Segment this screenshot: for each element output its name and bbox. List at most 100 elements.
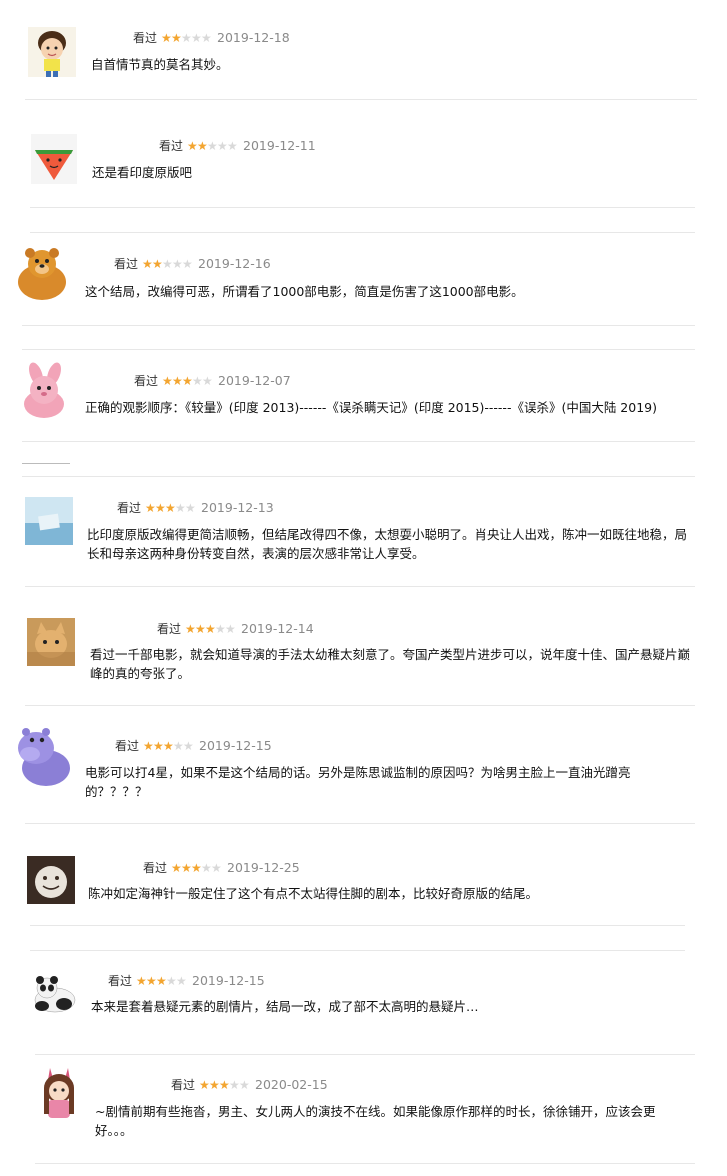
star-icon: ★ xyxy=(207,139,218,153)
review-text: 看过一千部电影，就会知道导演的手法太幼稚太刻意了。夸国产类型片进步可以，说年度十… xyxy=(90,647,691,681)
review-meta: 看过 ★★★★★ 2019-12-15 xyxy=(108,973,265,989)
star-icon: ★ xyxy=(181,861,192,875)
star-icon: ★ xyxy=(161,31,172,45)
watched-status: 看过 xyxy=(133,31,158,45)
star-icon: ★ xyxy=(146,974,157,988)
review-text: ~剧情前期有些拖沓，男主、女儿两人的演技不在线。如果能像原作那样的时长，徐徐铺开… xyxy=(95,1104,656,1138)
cat-avatar[interactable] xyxy=(27,618,75,666)
review-meta: 看过 ★★★★★ 2019-12-11 xyxy=(159,138,316,154)
divider xyxy=(22,463,70,464)
rating-stars: ★★★★★ xyxy=(171,860,222,876)
girl-avatar[interactable] xyxy=(34,1064,84,1122)
star-icon: ★ xyxy=(181,31,192,45)
review-text: 电影可以打4星，如果不是这个结局的话。另外是陈思诚监制的原因吗？为啥男主脸上一直… xyxy=(85,765,631,799)
review-meta: 看过 ★★★★★ 2019-12-15 xyxy=(115,738,272,754)
star-icon: ★ xyxy=(185,501,196,515)
divider xyxy=(25,823,695,824)
star-icon: ★ xyxy=(183,739,194,753)
rating-stars: ★★★★★ xyxy=(145,500,196,516)
star-icon: ★ xyxy=(205,622,216,636)
watched-status: 看过 xyxy=(134,374,159,388)
review-text: 还是看印度原版吧 xyxy=(92,165,193,180)
rating-stars: ★★★★★ xyxy=(185,621,236,637)
watched-status: 看过 xyxy=(143,861,168,875)
star-icon: ★ xyxy=(145,501,156,515)
divider xyxy=(35,1163,695,1164)
star-icon: ★ xyxy=(152,257,163,271)
divider xyxy=(22,441,695,442)
watched-status: 看过 xyxy=(117,501,142,515)
star-icon: ★ xyxy=(153,739,164,753)
star-icon: ★ xyxy=(202,374,213,388)
divider xyxy=(22,325,695,326)
star-icon: ★ xyxy=(155,501,166,515)
review-meta: 看过 ★★★★★ 2019-12-07 xyxy=(134,373,291,389)
boy-avatar[interactable] xyxy=(28,27,76,77)
star-icon: ★ xyxy=(191,31,202,45)
star-icon: ★ xyxy=(217,139,228,153)
star-icon: ★ xyxy=(225,622,236,636)
review-date: 2020-02-15 xyxy=(255,1077,328,1092)
star-icon: ★ xyxy=(187,139,198,153)
review-date: 2019-12-07 xyxy=(218,373,291,388)
watched-status: 看过 xyxy=(114,257,139,271)
star-icon: ★ xyxy=(182,257,193,271)
star-icon: ★ xyxy=(211,861,222,875)
star-icon: ★ xyxy=(201,31,212,45)
star-icon: ★ xyxy=(192,374,203,388)
divider xyxy=(22,349,695,350)
review-date: 2019-12-14 xyxy=(241,621,314,636)
review-text: 自首情节真的莫名其妙。 xyxy=(91,57,229,72)
divider xyxy=(30,925,685,926)
review-text: 陈冲如定海神针一般定住了这个有点不太站得住脚的剧本，比较好奇原版的结尾。 xyxy=(88,886,539,901)
review-meta: 看过 ★★★★★ 2019-12-18 xyxy=(133,30,290,46)
star-icon: ★ xyxy=(182,374,193,388)
star-icon: ★ xyxy=(171,861,182,875)
watermelon-avatar[interactable] xyxy=(31,134,77,184)
review-text: 这个结局，改编得可恶，所谓看了1000部电影，简直是伤害了这1000部电影。 xyxy=(85,284,524,299)
star-icon: ★ xyxy=(197,139,208,153)
divider xyxy=(25,586,695,587)
star-icon: ★ xyxy=(175,501,186,515)
star-icon: ★ xyxy=(191,861,202,875)
divider xyxy=(25,99,697,100)
star-icon: ★ xyxy=(172,257,183,271)
star-icon: ★ xyxy=(166,974,177,988)
star-icon: ★ xyxy=(156,974,167,988)
star-icon: ★ xyxy=(165,501,176,515)
review-date: 2019-12-11 xyxy=(243,138,316,153)
review-meta: 看过 ★★★★★ 2019-12-16 xyxy=(114,256,271,272)
divider xyxy=(22,476,695,477)
cookie-avatar[interactable] xyxy=(27,856,75,904)
review-date: 2019-12-25 xyxy=(227,860,300,875)
divider xyxy=(30,207,695,208)
pink-bunny-avatar[interactable] xyxy=(16,362,72,420)
star-icon: ★ xyxy=(185,622,196,636)
rating-stars: ★★★★★ xyxy=(199,1077,250,1093)
watched-status: 看过 xyxy=(115,739,140,753)
divider xyxy=(35,1054,695,1055)
divider xyxy=(30,950,685,951)
star-icon: ★ xyxy=(201,861,212,875)
watched-status: 看过 xyxy=(108,974,133,988)
review-meta: 看过 ★★★★★ 2019-12-25 xyxy=(143,860,300,876)
watched-status: 看过 xyxy=(157,622,182,636)
purple-hippo-avatar[interactable] xyxy=(10,724,76,788)
bear-avatar[interactable] xyxy=(12,244,72,302)
landscape-avatar[interactable] xyxy=(25,497,73,545)
panda-avatar[interactable] xyxy=(30,974,80,1014)
watched-status: 看过 xyxy=(171,1078,196,1092)
star-icon: ★ xyxy=(219,1078,230,1092)
review-date: 2019-12-15 xyxy=(199,738,272,753)
star-icon: ★ xyxy=(227,139,238,153)
review-meta: 看过 ★★★★★ 2019-12-13 xyxy=(117,500,274,516)
rating-stars: ★★★★★ xyxy=(162,373,213,389)
rating-stars: ★★★★★ xyxy=(136,973,187,989)
star-icon: ★ xyxy=(176,974,187,988)
divider xyxy=(30,232,695,233)
review-date: 2019-12-16 xyxy=(198,256,271,271)
review-meta: 看过 ★★★★★ 2020-02-15 xyxy=(171,1077,328,1093)
star-icon: ★ xyxy=(239,1078,250,1092)
star-icon: ★ xyxy=(195,622,206,636)
divider xyxy=(25,705,695,706)
